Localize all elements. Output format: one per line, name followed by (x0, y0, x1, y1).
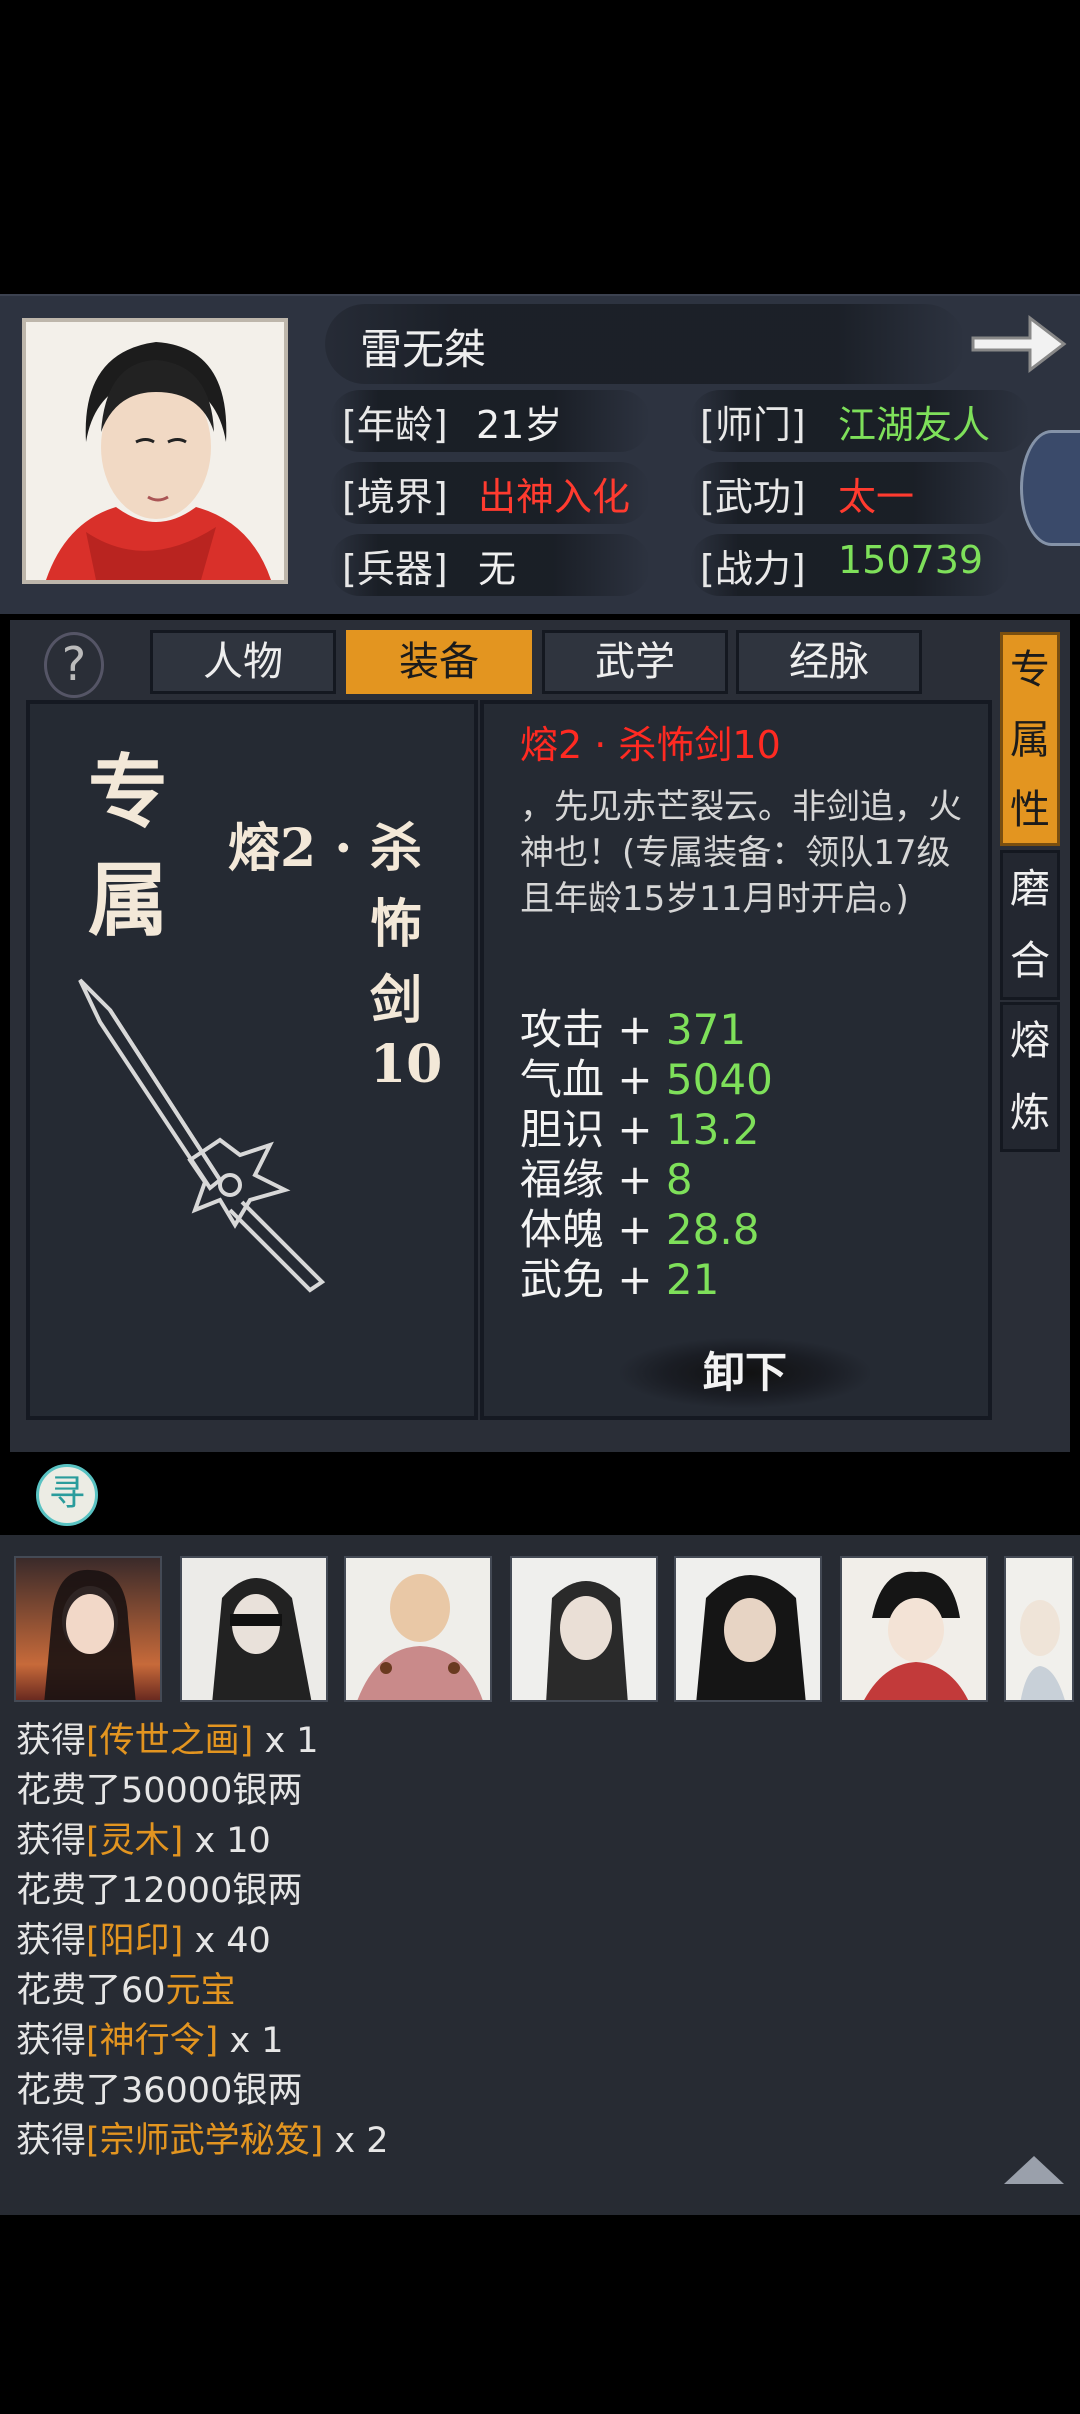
seek-button[interactable]: 寻 (36, 1464, 98, 1526)
side-tab-char: 磨 (1010, 866, 1050, 912)
stat-name: 武免 (520, 1255, 605, 1304)
companion-portrait[interactable] (510, 1556, 658, 1702)
companion-portrait[interactable] (14, 1556, 162, 1702)
martial-label: [武功] (700, 475, 806, 519)
side-tab-smelt[interactable]: 熔 炼 (1000, 1002, 1060, 1152)
age-value: 21岁 (476, 403, 563, 447)
log-entry: 获得[传世之画] x 1 (16, 1721, 319, 1761)
log-entry: 获得[宗师武学秘笈] x 2 (16, 2121, 389, 2161)
sect-value: 江湖友人 (838, 403, 991, 447)
realm-label: [境界] (342, 475, 448, 519)
companion-portrait[interactable] (344, 1556, 492, 1702)
tab-equipment[interactable]: 装备 (346, 630, 532, 694)
log-entry: 获得[神行令] x 1 (16, 2021, 284, 2061)
equip-type-char: 专 (88, 745, 168, 839)
sect-label: [师门] (700, 403, 806, 447)
martial-value: 太一 (838, 475, 915, 519)
weapon-value: 无 (478, 547, 517, 591)
power-label: [战力] (700, 547, 806, 591)
equipment-title: 熔2 · 杀怖剑10 (520, 723, 781, 767)
side-tab-hone[interactable]: 磨 合 (1000, 850, 1060, 1000)
equip-type-char: 属 (88, 853, 168, 947)
unequip-button[interactable]: 卸下 (620, 1338, 870, 1408)
stat-value: 21 (665, 1255, 720, 1304)
equipment-description: ，先见赤芒裂云。非剑追，火神也！(专属装备：领队17级且年龄15岁11月时开启。… (520, 787, 962, 919)
realm-value: 出神入化 (478, 475, 631, 519)
equip-name-char: 怖 (370, 894, 423, 955)
log-entry: 花费了12000银两 (16, 1871, 303, 1911)
companion-portrait[interactable] (180, 1556, 328, 1702)
weapon-label: [兵器] (342, 547, 448, 591)
hero-portrait[interactable] (22, 318, 288, 584)
side-tab-char: 专 (1010, 647, 1050, 693)
side-tab-char: 属 (1010, 717, 1050, 763)
tab-martial-arts[interactable]: 武学 (542, 630, 728, 694)
book-icon[interactable] (1020, 430, 1080, 546)
tab-character[interactable]: 人物 (150, 630, 336, 694)
hero-name: 雷无桀 (360, 325, 487, 374)
arrow-right-icon[interactable] (968, 308, 1068, 380)
age-label: [年龄] (342, 403, 448, 447)
log-entry: 获得[阳印] x 40 (16, 1921, 271, 1961)
power-value: 150739 (838, 538, 984, 582)
log-entry: 花费了50000银两 (16, 1771, 303, 1811)
equip-name-prefix: 熔2 · (228, 818, 353, 879)
log-entry: 获得[灵木] x 10 (16, 1821, 271, 1861)
side-tab-char: 性 (1010, 787, 1050, 833)
log-entry: 花费了60元宝 (16, 1971, 236, 2011)
side-tab-char: 熔 (1010, 1018, 1050, 1064)
companion-portrait[interactable] (840, 1556, 988, 1702)
side-tab-char: 炼 (1010, 1090, 1050, 1136)
companion-portrait[interactable] (674, 1556, 822, 1702)
equip-name-char: 剑 (370, 970, 423, 1031)
equip-name-char: 杀 (370, 818, 423, 879)
stat-row: 武免 + 21 (520, 1255, 720, 1304)
side-tab-exclusive[interactable]: 专 属 性 (1000, 632, 1060, 846)
help-button[interactable]: ? (44, 632, 104, 698)
sword-icon (70, 970, 340, 1300)
side-tab-char: 合 (1010, 938, 1050, 984)
companion-portrait[interactable] (1004, 1556, 1074, 1702)
log-entry: 花费了36000银两 (16, 2071, 303, 2111)
equip-name-char: 10 (370, 1034, 443, 1095)
tab-meridians[interactable]: 经脉 (736, 630, 922, 694)
scroll-up-icon[interactable] (1002, 2152, 1066, 2186)
